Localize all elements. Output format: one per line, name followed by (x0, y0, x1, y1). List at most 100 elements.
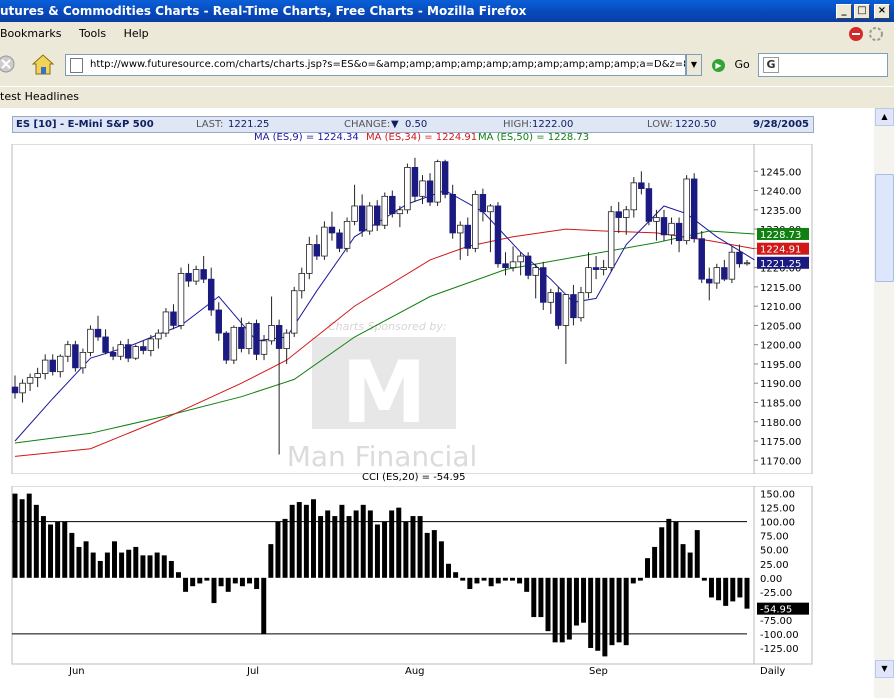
cci-tick-label: -100.00 (760, 630, 799, 641)
cci-bar (438, 541, 444, 578)
cci-bar (69, 532, 75, 578)
candle-up (668, 222, 675, 236)
cci-bar (76, 546, 82, 578)
cci-bar (566, 577, 572, 640)
change-value: 0.50 (405, 119, 428, 130)
menu-bookmarks[interactable]: Bookmarks (0, 27, 61, 40)
candle-up (79, 351, 87, 369)
cci-bar (154, 552, 160, 578)
price-tick-label: 1200.00 (760, 341, 801, 352)
price-tick-label: 1195.00 (760, 360, 801, 371)
price-tick-label: 1170.00 (760, 456, 801, 467)
candle-down (464, 224, 472, 249)
price-tick-label: 1210.00 (760, 302, 801, 313)
candle-down (540, 267, 547, 303)
price-tick-label: 1215.00 (760, 283, 801, 294)
stop-loading-icon[interactable] (848, 26, 864, 42)
sponsor-text: Charts Sponsored by: (328, 320, 447, 333)
candle-up (87, 328, 94, 353)
url-dropdown-button[interactable]: ▼ (686, 54, 702, 76)
chart-symbol: ES [10] - E-Mini S&P 500 (16, 119, 154, 130)
google-search-icon[interactable]: G (763, 57, 779, 73)
cci-bar (83, 541, 89, 578)
scroll-up-button[interactable]: ▲ (875, 108, 894, 126)
candle-down (215, 309, 222, 334)
cci-bar (325, 510, 331, 578)
cci-label: CCI (ES,20) = -54.95 (362, 472, 466, 483)
cci-bar (197, 577, 203, 584)
cci-bar (545, 577, 551, 632)
candle-down (72, 344, 79, 369)
bookmark-latest-headlines[interactable]: test Headlines (0, 90, 79, 103)
high-label: HIGH: (503, 119, 533, 130)
menu-tools[interactable]: Tools (79, 27, 106, 40)
cci-bar (296, 502, 302, 578)
candle-down (675, 222, 683, 242)
scroll-down-button[interactable]: ▼ (875, 660, 894, 678)
cci-bar (190, 577, 196, 587)
minimize-button[interactable]: _ (836, 4, 852, 19)
cci-bar (175, 572, 181, 578)
candle-down (592, 267, 600, 270)
ma50-legend: MA (ES,50) = 1228.73 (478, 132, 590, 143)
cci-bar (609, 577, 615, 646)
candle-up (283, 332, 290, 349)
cci-bar (701, 577, 707, 581)
candle-down (94, 328, 102, 338)
stop-icon[interactable] (0, 54, 18, 74)
candle-up (162, 311, 170, 334)
url-field[interactable]: http://www.futuresource.com/charts/chart… (65, 54, 686, 76)
cci-bar (481, 577, 487, 581)
cci-bar (62, 521, 68, 578)
cci-bar (382, 521, 388, 578)
page-icon (70, 58, 83, 73)
price-tag-label: 1221.25 (760, 259, 801, 270)
cci-bar (694, 530, 700, 578)
cci-bar (517, 577, 523, 584)
candle-up (19, 382, 26, 394)
cci-bar (659, 527, 665, 578)
go-arrow-icon: ▶ (712, 58, 725, 72)
cci-bar (12, 493, 18, 578)
candle-down (170, 311, 177, 326)
cci-bar (524, 577, 530, 592)
price-tags: 1228.73 1224.91 1221.25 (757, 227, 809, 270)
candle-up (434, 161, 441, 203)
page-content: ES [10] - E-Mini S&P 500 LAST: 1221.25 C… (0, 108, 874, 698)
candle-up (653, 217, 660, 222)
candle-up (585, 267, 592, 294)
search-field[interactable]: G (758, 53, 888, 77)
price-tick-label: 1180.00 (760, 418, 801, 429)
cci-bar (360, 504, 366, 578)
last-label: LAST: (196, 119, 224, 130)
candle-up (607, 211, 615, 269)
cci-bar (168, 560, 174, 578)
ma34-legend: MA (ES,34) = 1224.91 (366, 132, 478, 143)
scroll-thumb[interactable] (875, 174, 894, 282)
cci-bar (104, 552, 110, 578)
menu-help[interactable]: Help (124, 27, 149, 40)
candle-down (736, 251, 743, 265)
home-icon[interactable] (30, 52, 56, 76)
cci-bar (147, 555, 153, 578)
go-label: Go (734, 58, 750, 71)
go-button[interactable]: ▶ Go (712, 56, 750, 74)
cci-bar (666, 518, 672, 578)
candle-up (245, 323, 253, 349)
close-button[interactable]: × (874, 4, 890, 19)
cci-tick-label: -125.00 (760, 644, 799, 655)
candle-up (64, 344, 72, 357)
cci-bar (346, 516, 352, 578)
high-value: 1222.00 (532, 119, 574, 130)
low-label: LOW: (647, 119, 673, 130)
cci-bar (48, 524, 54, 578)
cci-bar (680, 544, 686, 578)
candle-up (600, 267, 607, 270)
maximize-button[interactable]: □ (854, 4, 870, 19)
candle-up (298, 272, 305, 292)
cci-bar (502, 577, 508, 581)
cci-tick-label: -25.00 (760, 588, 792, 599)
url-text: http://www.futuresource.com/charts/chart… (90, 59, 686, 70)
cci-bar (467, 577, 473, 590)
vertical-scrollbar[interactable]: ▲ ▼ (874, 108, 894, 698)
